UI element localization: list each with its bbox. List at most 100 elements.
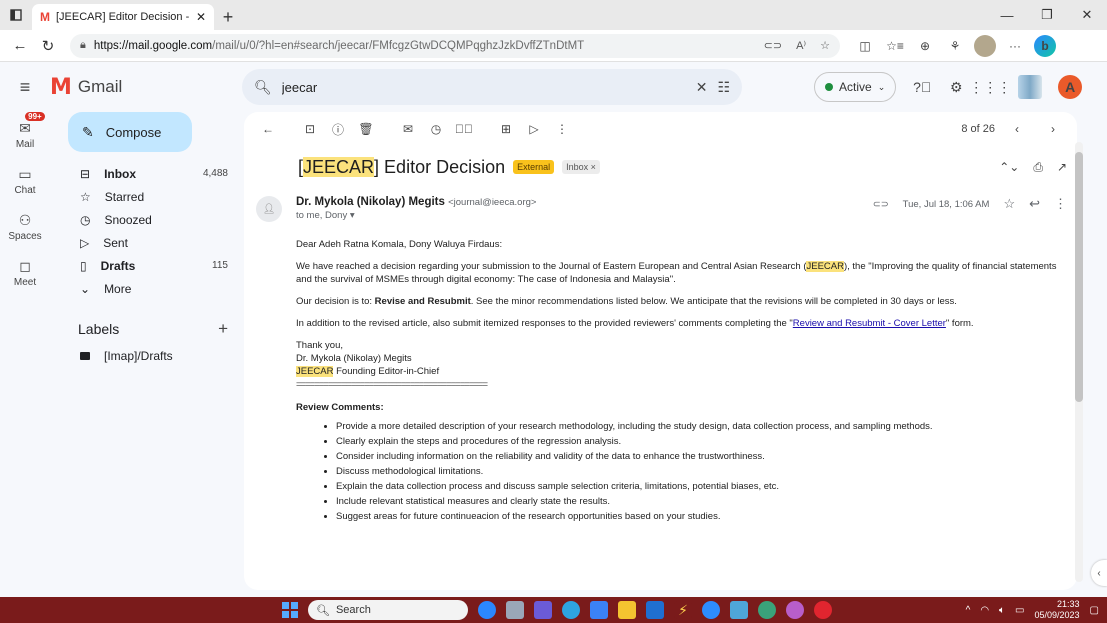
account-avatar[interactable]: A [1058, 75, 1083, 99]
opera-app-icon[interactable] [814, 601, 832, 619]
mail-app-icon[interactable] [646, 601, 664, 619]
sender-info: Dr. Mykola (Nikolay) Megits <journal@iee… [296, 196, 873, 221]
bing-icon[interactable]: b [1034, 34, 1056, 57]
search-options-icon[interactable]: ☷ [717, 79, 730, 96]
app-name: Gmail [77, 77, 123, 96]
print-icon[interactable]: ⎙ [1033, 160, 1043, 175]
sidebar-item-label-imap-drafts[interactable]: [Imap]/Drafts [50, 344, 240, 367]
volume-icon[interactable]: 🔈︎ [999, 605, 1005, 616]
more-options-icon[interactable]: ··· [1004, 35, 1026, 57]
help-icon[interactable]: ?⃝ [910, 75, 934, 99]
sender-name[interactable]: Dr. Mykola (Nikolay) Megits [296, 196, 445, 208]
gmail-logo[interactable]: M Gmail [50, 75, 220, 100]
teams-app-icon[interactable] [534, 601, 552, 619]
side-panel-toggle[interactable]: ‹ [1091, 560, 1107, 586]
jeecar-highlight: JEECAR [806, 261, 844, 272]
cover-letter-link[interactable]: Review and Resubmit - Cover Letter [793, 318, 946, 329]
sidebar-item-starred[interactable]: ☆ Starred [50, 185, 240, 208]
expand-all-icon[interactable]: ⌃⌄ [999, 160, 1019, 175]
compose-button[interactable]: ✎ Compose [68, 112, 192, 152]
sidebar-item-sent[interactable]: ▷ Sent [50, 231, 240, 254]
clear-search-icon[interactable]: ✕ [696, 79, 708, 96]
back-button[interactable]: ← [6, 32, 34, 60]
newer-icon[interactable]: ‹ [1003, 118, 1031, 140]
url-field[interactable]: 🔒︎ https://mail.google.com/mail/u/0/?hl=… [70, 33, 840, 58]
read-aloud-icon[interactable]: A⁾ [796, 39, 806, 52]
reply-icon[interactable]: ↩ [1029, 196, 1040, 212]
photos-app-icon[interactable] [730, 601, 748, 619]
paragraph-decision: Our decision is to: Revise and Resubmit.… [296, 296, 957, 307]
label-icon[interactable]: ▷ [520, 118, 548, 140]
edge-app-icon[interactable] [478, 601, 496, 619]
show-hidden-icons[interactable]: ^ [966, 605, 971, 616]
tab-actions-button[interactable] [0, 0, 32, 30]
sidebar-item-inbox[interactable]: ⊟ Inbox 4,488 [50, 162, 240, 185]
wifi-icon[interactable]: ◠ [980, 605, 989, 616]
store-app-icon[interactable] [590, 601, 608, 619]
favorite-star-icon[interactable]: ☆ [820, 39, 830, 52]
scrollbar-thumb[interactable] [1075, 152, 1083, 402]
settings-gear-icon[interactable]: ⚙ [944, 75, 968, 99]
extensions-icon[interactable]: ⚘ [944, 35, 966, 57]
add-to-tasks-icon[interactable]: ✓⃝ [450, 118, 478, 140]
back-to-search-icon[interactable]: ← [254, 118, 282, 140]
rail-mail[interactable]: ✉ 99+ Mail [0, 112, 50, 158]
scrollbar[interactable] [1075, 142, 1083, 582]
browser-tab[interactable]: M [JEECAR] Editor Decision - adeh ✕ [32, 4, 214, 30]
reader-mode-icon[interactable]: ⊂⊃ [764, 39, 782, 52]
clock-time: 21:33 [1057, 599, 1080, 609]
spaces-icon: ⚇ [18, 212, 32, 228]
file-explorer-icon[interactable] [618, 601, 636, 619]
windows-start-icon[interactable] [282, 602, 298, 618]
restore-button[interactable]: ❐ [1027, 0, 1067, 30]
power-automate-icon[interactable]: ⚡︎ [674, 601, 692, 619]
sidebar-item-drafts[interactable]: ▯ Drafts 115 [50, 254, 240, 277]
more-actions-icon[interactable]: ⋮ [548, 118, 576, 140]
battery-icon[interactable]: ▭ [1015, 605, 1024, 616]
recipients-line[interactable]: to me, Dony ▾ [296, 210, 873, 221]
paint-app-icon[interactable] [786, 601, 804, 619]
search-input[interactable] [281, 79, 686, 95]
zoom-app-icon[interactable] [702, 601, 720, 619]
minimize-button[interactable]: — [987, 0, 1027, 30]
inbox-label-chip[interactable]: Inbox × [562, 160, 600, 174]
report-spam-icon[interactable]: ⓘ [324, 118, 352, 140]
open-new-window-icon[interactable]: ↗ [1057, 160, 1067, 175]
add-label-icon[interactable]: + [218, 319, 228, 339]
header-actions: ?⃝ ⚙ ⋮⋮⋮ A [910, 75, 1083, 99]
rail-meet[interactable]: ◻︎ Meet [0, 250, 50, 296]
sidebar-item-more[interactable]: ⌄ More [50, 277, 240, 300]
notification-icon[interactable]: ▢ [1090, 605, 1099, 616]
chrome-app-icon[interactable] [562, 601, 580, 619]
folder-list: ⊟ Inbox 4,488 ☆ Starred ◷ Snoozed ▷ Sent… [50, 162, 240, 300]
globe-app-icon[interactable] [758, 601, 776, 619]
move-to-icon[interactable]: ⊞ [492, 118, 520, 140]
sig-name: Dr. Mykola (Nikolay) Megits [296, 353, 412, 364]
snooze-icon[interactable]: ◷ [422, 118, 450, 140]
status-dropdown[interactable]: Active ⌄ [814, 72, 897, 102]
message-more-icon[interactable]: ⋮ [1054, 196, 1067, 212]
apps-grid-icon[interactable]: ⋮⋮⋮ [969, 75, 1011, 99]
tab-close-icon[interactable]: ✕ [196, 10, 206, 24]
main-menu-icon[interactable]: ≡ [0, 62, 50, 112]
sidebar-item-snoozed[interactable]: ◷ Snoozed [50, 208, 240, 231]
close-window-button[interactable]: ✕ [1067, 0, 1107, 30]
clock[interactable]: 21:33 05/09/2023 [1035, 599, 1080, 621]
collections-icon[interactable]: ⊕ [914, 35, 936, 57]
mark-unread-icon[interactable]: ✉ [394, 118, 422, 140]
star-message-icon[interactable]: ☆ [1003, 196, 1015, 212]
chevron-down-icon: ▾ [349, 210, 355, 221]
task-view-icon[interactable] [506, 601, 524, 619]
new-tab-button[interactable]: + [214, 4, 242, 30]
rail-chat[interactable]: ▭ Chat [0, 158, 50, 204]
delete-icon[interactable]: 🗑︎ [352, 118, 380, 140]
browser-profile-icon[interactable] [974, 34, 996, 57]
favorites-icon[interactable]: ☆≡ [884, 35, 906, 57]
rail-spaces[interactable]: ⚇ Spaces [0, 204, 50, 250]
older-icon[interactable]: › [1039, 118, 1067, 140]
archive-icon[interactable]: ⊡ [296, 118, 324, 140]
refresh-button[interactable]: ↻ [34, 32, 62, 60]
split-screen-icon[interactable]: ◫ [854, 35, 876, 57]
search-icon[interactable]: 🔍︎ [254, 79, 272, 96]
taskbar-search[interactable]: 🔍︎ Search [308, 600, 468, 620]
